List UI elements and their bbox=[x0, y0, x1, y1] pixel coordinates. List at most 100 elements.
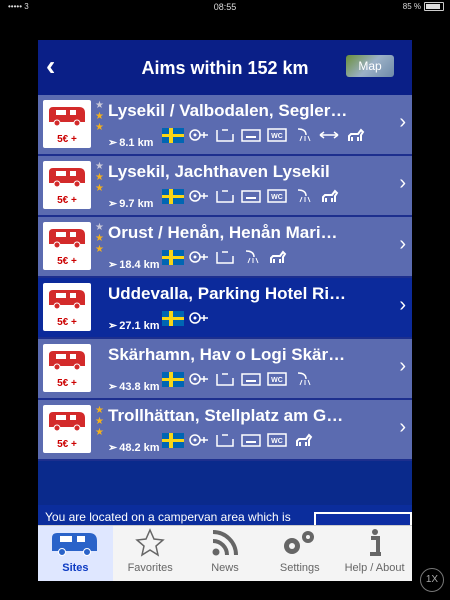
site-list-item[interactable]: 5€ + ★ ★ ★ Orust / Henån, Henån Mari… ➢ 18.… bbox=[38, 217, 412, 278]
tab-sites[interactable]: Sites bbox=[38, 526, 113, 581]
battery-icon bbox=[424, 2, 444, 11]
direction-arrow-icon: ➢ bbox=[108, 198, 118, 210]
chevron-right-icon: › bbox=[399, 416, 406, 438]
site-list-item[interactable]: 5€ + Uddevalla, Parking Hotel Ri… ➢ 27.1 … bbox=[38, 278, 412, 339]
distance-label: ➢ 9.7 km bbox=[108, 198, 154, 210]
facility-icons bbox=[162, 310, 210, 326]
app-window: ‹ Aims within 152 km Map 5€ + ★ ★ ★ Lyseki… bbox=[38, 40, 412, 581]
rating-star-icon: ★ bbox=[95, 100, 104, 111]
distance-label: ➢ 27.1 km bbox=[108, 320, 160, 332]
flag-sweden-icon bbox=[162, 188, 184, 204]
rss-icon bbox=[188, 526, 263, 560]
tab-favorites[interactable]: Favorites bbox=[113, 526, 188, 581]
distance-label: ➢ 43.8 km bbox=[108, 381, 160, 393]
tab-settings[interactable]: Settings bbox=[262, 526, 337, 581]
facility-icons: WC bbox=[162, 127, 366, 143]
status-bar: ••••• 3 08:55 85 % bbox=[0, 0, 450, 14]
shower-icon bbox=[240, 249, 262, 265]
site-list: 5€ + ★ ★ ★ Lysekil / Valbodalen, Segler… W… bbox=[38, 95, 412, 461]
wc-icon: WC bbox=[266, 432, 288, 448]
site-name: Skärhamn, Hav o Logi Skär… bbox=[108, 345, 346, 364]
dog-icon bbox=[266, 249, 288, 265]
water-icon bbox=[214, 188, 236, 204]
zoom-toggle-button[interactable]: 1X bbox=[420, 568, 444, 592]
site-name: Uddevalla, Parking Hotel Ri… bbox=[108, 284, 347, 303]
rating-star-icon: ★ bbox=[95, 233, 104, 244]
flag-sweden-icon bbox=[162, 432, 184, 448]
dog-icon bbox=[318, 188, 340, 204]
price-label: 5€ + bbox=[57, 256, 77, 267]
water-icon bbox=[214, 432, 236, 448]
nav-bar: ‹ Aims within 152 km Map bbox=[38, 40, 412, 95]
tv-icon bbox=[240, 432, 262, 448]
campervan-thumbnail: 5€ + bbox=[43, 283, 91, 331]
site-list-item[interactable]: 5€ + Skärhamn, Hav o Logi Skär… WC ➢ 43.8… bbox=[38, 339, 412, 400]
facility-icons: WC bbox=[162, 188, 340, 204]
water-icon bbox=[214, 249, 236, 265]
wc-icon: WC bbox=[266, 188, 288, 204]
campervan-thumbnail: 5€ + bbox=[43, 222, 91, 270]
gear-icon bbox=[262, 526, 337, 560]
wc-icon: WC bbox=[266, 127, 288, 143]
tab-label: Sites bbox=[62, 562, 89, 574]
site-list-item[interactable]: 5€ + ★ ★ ★ Trollhättan, Stellplatz am G… W… bbox=[38, 400, 412, 461]
power-icon bbox=[188, 249, 210, 265]
shower-icon bbox=[292, 188, 314, 204]
star-icon bbox=[113, 526, 188, 560]
tab-label: Help / About bbox=[344, 562, 405, 574]
direction-arrow-icon: ➢ bbox=[108, 381, 118, 393]
battery-indicator: 85 % bbox=[403, 2, 444, 11]
site-name: Trollhättan, Stellplatz am G… bbox=[108, 406, 344, 425]
rating-star-icon: ★ bbox=[95, 405, 104, 416]
tv-icon bbox=[240, 371, 262, 387]
svg-text:WC: WC bbox=[271, 438, 283, 445]
power-icon bbox=[188, 432, 210, 448]
chevron-right-icon: › bbox=[399, 355, 406, 377]
chevron-right-icon: › bbox=[399, 294, 406, 316]
rating-star-icon: ★ bbox=[95, 183, 104, 194]
svg-text:WC: WC bbox=[271, 194, 283, 201]
tab-news[interactable]: News bbox=[188, 526, 263, 581]
water-icon bbox=[214, 371, 236, 387]
tab-label: Settings bbox=[279, 562, 320, 574]
shower-icon bbox=[292, 371, 314, 387]
rating-star-icon: ★ bbox=[95, 416, 104, 427]
power-icon bbox=[188, 188, 210, 204]
power-icon bbox=[188, 127, 210, 143]
rating-star-icon: ★ bbox=[95, 172, 104, 183]
campervan-thumbnail: 5€ + bbox=[43, 405, 91, 453]
facility-icons: WC bbox=[162, 432, 314, 448]
rating-stars: ★ ★ ★ bbox=[95, 100, 105, 133]
direction-arrow-icon: ➢ bbox=[108, 137, 118, 149]
price-label: 5€ + bbox=[57, 195, 77, 206]
battery-percent: 85 % bbox=[402, 2, 421, 11]
chevron-right-icon: › bbox=[399, 233, 406, 255]
campervan-thumbnail: 5€ + bbox=[43, 100, 91, 148]
distance-label: ➢ 48.2 km bbox=[108, 442, 160, 454]
site-name: Lysekil, Jachthaven Lysekil bbox=[108, 162, 330, 181]
dog-icon bbox=[292, 432, 314, 448]
svg-text:WC: WC bbox=[271, 377, 283, 384]
rating-stars: ★ ★ ★ bbox=[95, 161, 105, 194]
site-list-item[interactable]: 5€ + ★ ★ ★ Lysekil, Jachthaven Lysekil WC … bbox=[38, 156, 412, 217]
rating-star-icon: ★ bbox=[95, 111, 104, 122]
facility-icons: WC bbox=[162, 371, 314, 387]
tab-label: Favorites bbox=[127, 562, 173, 574]
flag-sweden-icon bbox=[162, 249, 184, 265]
power-icon bbox=[188, 310, 210, 326]
tv-icon bbox=[240, 127, 262, 143]
site-list-item[interactable]: 5€ + ★ ★ ★ Lysekil / Valbodalen, Segler… W… bbox=[38, 95, 412, 156]
chevron-right-icon: › bbox=[399, 111, 406, 133]
rating-star-icon: ★ bbox=[95, 222, 104, 233]
power-icon bbox=[188, 371, 210, 387]
shower-icon bbox=[292, 127, 314, 143]
tab-help-about[interactable]: Help / About bbox=[337, 526, 412, 581]
direction-arrow-icon: ➢ bbox=[108, 442, 118, 454]
map-button[interactable]: Map bbox=[346, 55, 394, 77]
tab-bar: Sites Favorites News Settings Help / About bbox=[38, 525, 412, 581]
flag-sweden-icon bbox=[162, 310, 184, 326]
price-label: 5€ + bbox=[57, 134, 77, 145]
rating-star-icon: ★ bbox=[95, 244, 104, 255]
distance-label: ➢ 18.4 km bbox=[108, 259, 160, 271]
clock-text: 08:55 bbox=[213, 2, 237, 12]
